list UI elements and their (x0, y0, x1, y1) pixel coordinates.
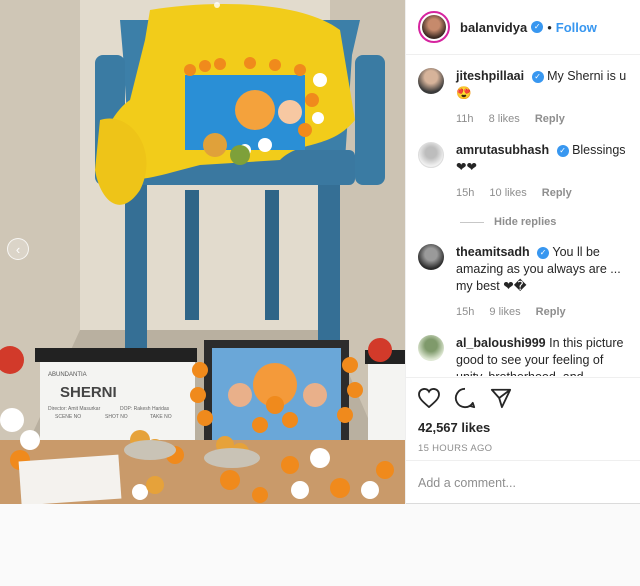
comments-list[interactable]: jiteshpillaai ✓ My Sherni is u 😍 11h 8 l… (406, 56, 640, 376)
comment-time: 15h (456, 306, 475, 318)
likes-count[interactable]: 42,567 likes (418, 420, 628, 435)
svg-text:DOP: Rakesh Haridas: DOP: Rakesh Haridas (120, 406, 170, 412)
instagram-post: ABUNDANTIA SHERNI Director: Amit Masurka… (0, 0, 640, 504)
author-avatar[interactable] (418, 11, 450, 43)
add-comment-bar (406, 460, 640, 504)
hide-replies-label: Hide replies (494, 216, 557, 228)
post-header: balanvidya ✓ • Follow (406, 0, 640, 55)
commenter-avatar[interactable] (418, 142, 444, 168)
chevron-left-icon: ‹ (15, 241, 21, 257)
reply-button[interactable]: Reply (536, 306, 566, 318)
reply-button[interactable]: Reply (535, 113, 565, 125)
comment: theamitsadh ✓ You ll be amazing as you a… (406, 228, 640, 321)
commenter-avatar[interactable] (418, 68, 444, 94)
reply-button[interactable]: Reply (542, 187, 572, 199)
clapboard-left: ABUNDANTIA SHERNI Director: Amit Masurka… (35, 348, 197, 447)
verified-badge-icon: ✓ (531, 21, 544, 33)
svg-text:SHERNI: SHERNI (60, 384, 117, 401)
svg-text:SCENE NO: SCENE NO (55, 414, 81, 420)
separator-dot: • (547, 19, 552, 35)
heart-icon[interactable] (418, 387, 440, 411)
comment-likes[interactable]: 10 likes (489, 187, 526, 199)
svg-text:SHOT NO: SHOT NO (105, 414, 128, 420)
verified-badge-icon: ✓ (556, 144, 569, 157)
post-actions: 42,567 likes 15 HOURS AGO (406, 377, 640, 454)
svg-text:TAKE NO: TAKE NO (150, 414, 172, 420)
clapboard-right (365, 350, 405, 449)
comment-likes[interactable]: 8 likes (489, 113, 520, 125)
share-icon[interactable] (490, 387, 512, 412)
commenter-username[interactable]: theamitsadh (456, 245, 530, 259)
commenter-username[interactable]: amrutasubhash (456, 143, 549, 157)
commenter-avatar[interactable] (418, 335, 444, 361)
post-photo[interactable]: ABUNDANTIA SHERNI Director: Amit Masurka… (0, 0, 405, 504)
comment: jiteshpillaai ✓ My Sherni is u 😍 11h 8 l… (406, 56, 640, 128)
post-timestamp: 15 HOURS AGO (418, 443, 493, 454)
carousel-prev-button[interactable]: ‹ (7, 238, 29, 260)
comment-icon[interactable] (454, 387, 476, 412)
verified-badge-icon: ✓ (537, 246, 550, 259)
post-photo-illustration: ABUNDANTIA SHERNI Director: Amit Masurka… (0, 0, 405, 504)
comment: al_baloushi999 In this picture good to s… (406, 321, 640, 376)
commenter-username[interactable]: jiteshpillaai (456, 69, 524, 83)
comment-time: 11h (456, 113, 474, 125)
commenter-username[interactable]: al_baloushi999 (456, 336, 546, 350)
photo-overlay-dot (214, 2, 220, 8)
post-sidebar: balanvidya ✓ • Follow jiteshpillaai ✓ My… (405, 0, 640, 504)
comment-time: 15h (456, 187, 475, 199)
commenter-avatar[interactable] (418, 244, 444, 270)
add-comment-input[interactable] (418, 475, 628, 490)
author-username[interactable]: balanvidya (460, 20, 527, 35)
verified-badge-icon: ✓ (531, 70, 544, 83)
hide-replies-button[interactable]: Hide replies (460, 216, 640, 228)
svg-text:Director: Amit Masurkar: Director: Amit Masurkar (48, 406, 101, 412)
hide-replies-line (460, 221, 484, 223)
follow-button[interactable]: Follow (556, 20, 597, 35)
comment: amrutasubhash ✓ Blessings ❤❤ 15h 10 like… (406, 128, 640, 202)
comment-likes[interactable]: 9 likes (489, 306, 520, 318)
svg-text:ABUNDANTIA: ABUNDANTIA (48, 372, 87, 378)
